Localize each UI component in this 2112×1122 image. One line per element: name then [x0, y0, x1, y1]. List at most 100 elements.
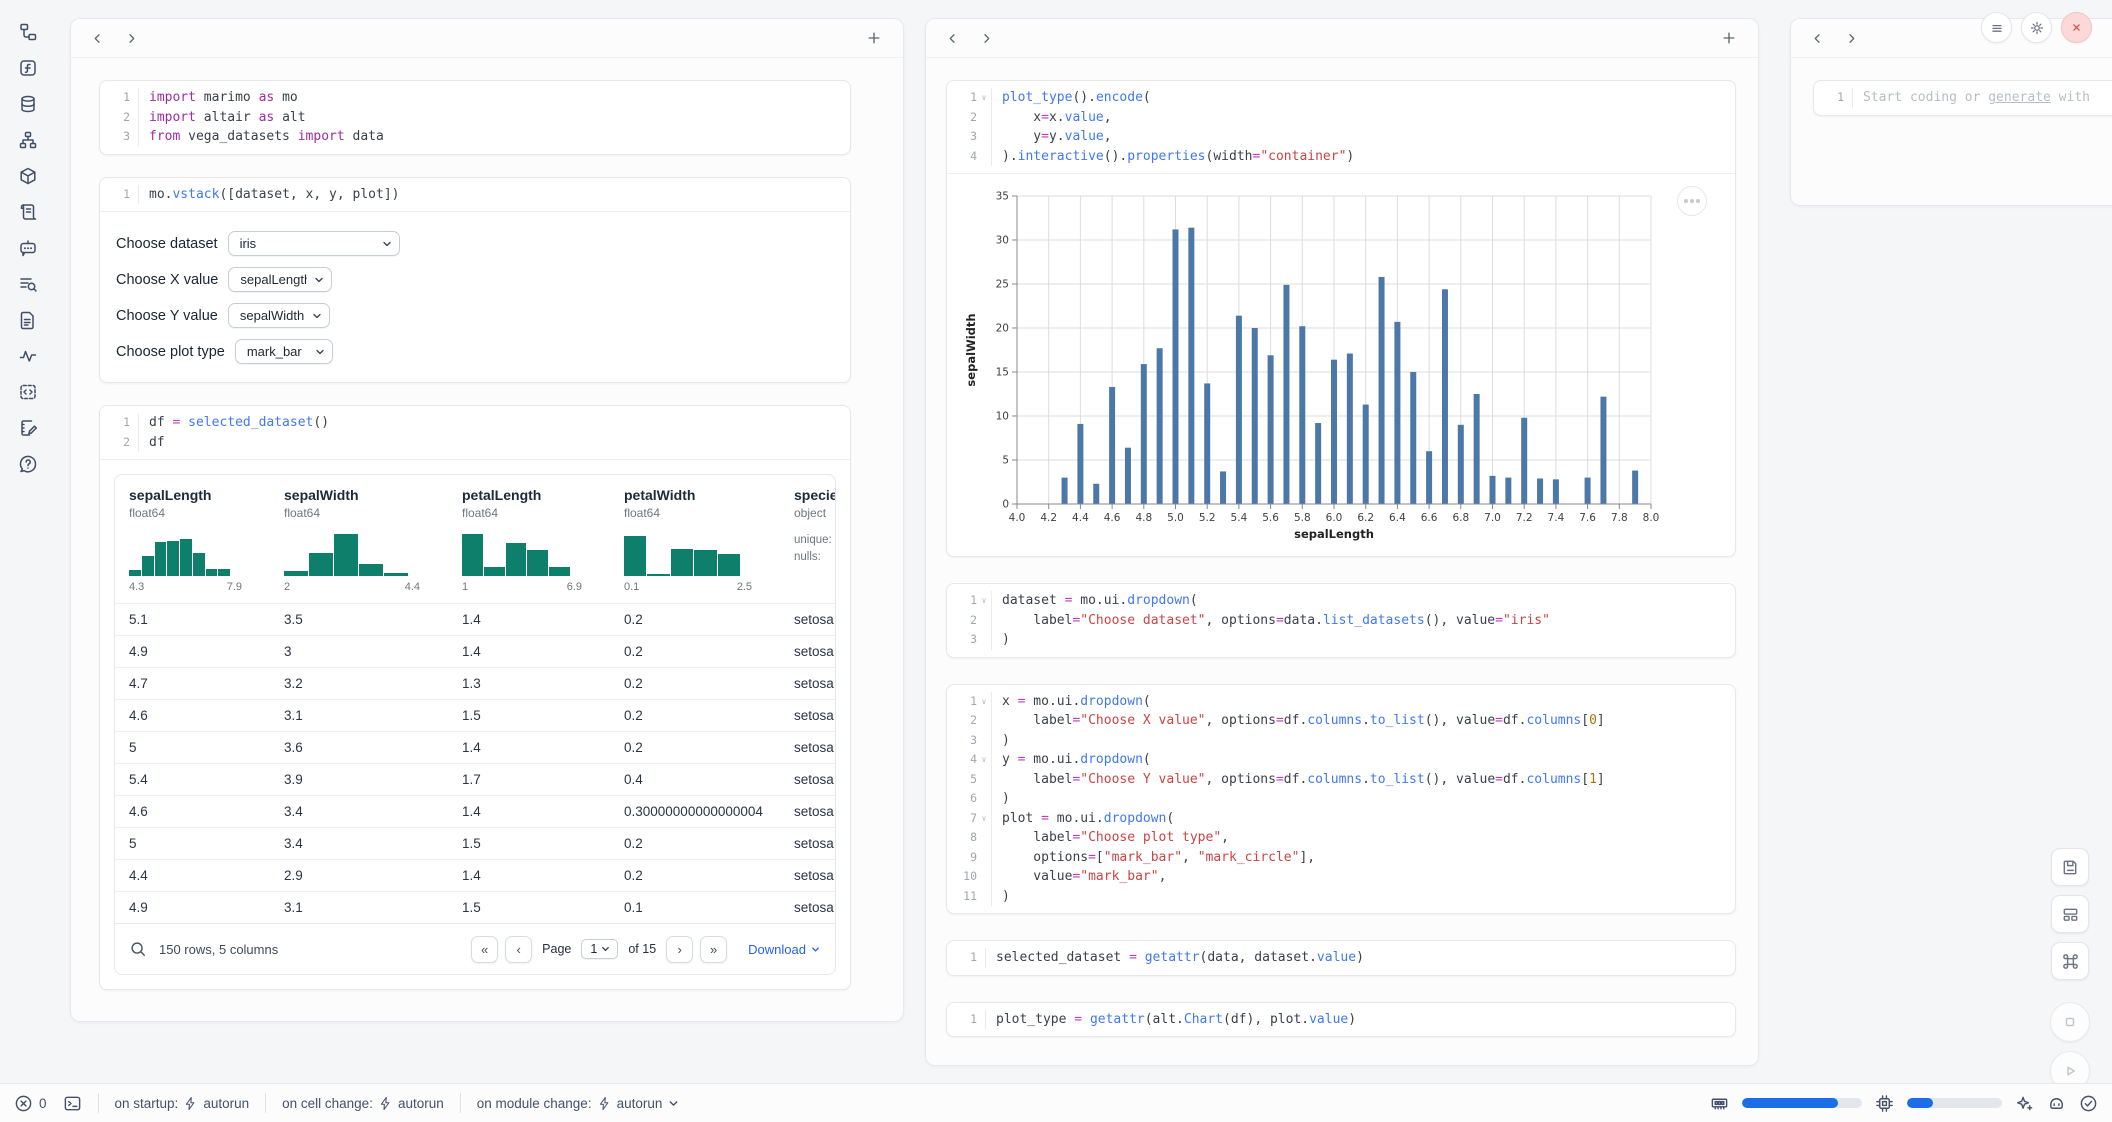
left-sidebar	[0, 0, 56, 1084]
fold-chevron-icon[interactable]: ∨	[977, 88, 991, 108]
sidebar-item-dependency-graph[interactable]	[18, 130, 38, 150]
shutdown-button[interactable]	[2061, 12, 2092, 43]
table-row[interactable]: 4.63.41.40.30000000000000004setosa	[115, 795, 835, 827]
dropdown[interactable]: iris	[228, 231, 400, 256]
cell-xy-plot-dropdowns[interactable]: 1∨x = mo.ui.dropdown(2 label="Choose X v…	[946, 684, 1736, 915]
sidebar-item-scripts[interactable]	[18, 202, 38, 222]
layout-toggle-button[interactable]	[2051, 895, 2089, 933]
column-next-button[interactable]	[121, 26, 145, 50]
sidebar-item-app-functions[interactable]	[18, 58, 38, 78]
chevron-down-icon	[810, 944, 821, 955]
fold-chevron-icon[interactable]: ∨	[977, 591, 991, 611]
sidebar-item-packages[interactable]	[18, 166, 38, 186]
sidebar-item-tracing[interactable]	[18, 346, 38, 366]
column-header[interactable]: petalWidthfloat640.12.5	[610, 487, 780, 593]
code-editor[interactable]: 1df = selected_dataset()2df	[100, 406, 850, 459]
run-setting-item[interactable]: on module change:autorun	[477, 1096, 681, 1111]
copilot-button[interactable]	[2047, 1094, 2066, 1113]
table-row[interactable]: 4.93.11.50.1setosa	[115, 891, 835, 923]
stop-button[interactable]	[2050, 1002, 2090, 1042]
chart-output[interactable]: 4.04.24.44.64.85.05.25.45.65.86.06.26.46…	[947, 173, 1735, 556]
column-header[interactable]: speciesobjectunique:nulls:	[780, 487, 835, 593]
cell-dataframe[interactable]: 1df = selected_dataset()2df sepalLengthf…	[99, 405, 851, 990]
run-setting-item[interactable]: on startup:autorun	[115, 1096, 250, 1111]
column-prev-button[interactable]	[87, 26, 111, 50]
run-setting-item[interactable]: on cell change:autorun	[282, 1096, 444, 1111]
dropdown[interactable]: sepalWidth	[228, 303, 330, 328]
table-row[interactable]: 53.61.40.2setosa	[115, 731, 835, 763]
column-header[interactable]: sepalLengthfloat644.37.9	[115, 487, 270, 593]
connection-status-button[interactable]	[2079, 1094, 2098, 1113]
last-page-button[interactable]: »	[700, 936, 727, 963]
line-number: 1	[100, 185, 130, 205]
sidebar-item-scratchpad[interactable]	[18, 418, 38, 438]
cell-dataset-dropdown[interactable]: 1∨dataset = mo.ui.dropdown(2 label="Choo…	[946, 583, 1736, 658]
code-editor[interactable]: 1∨x = mo.ui.dropdown(2 label="Choose X v…	[947, 685, 1735, 914]
next-page-button[interactable]: ›	[666, 936, 693, 963]
menu-button[interactable]	[1981, 12, 2012, 43]
column-prev-button[interactable]	[942, 26, 966, 50]
sidebar-item-help[interactable]	[18, 454, 38, 474]
cell-vstack[interactable]: 1mo.vstack([dataset, x, y, plot]) Choose…	[99, 177, 851, 384]
code-editor[interactable]: 1∨plot_type().encode(2 x=x.value,3 y=y.v…	[947, 81, 1735, 173]
cell-empty[interactable]: 1 Start coding or generate with	[1813, 80, 2112, 116]
dropdown-label: Choose dataset	[116, 236, 218, 252]
altair-bar-chart[interactable]: 4.04.24.44.64.85.05.25.45.65.86.06.26.46…	[961, 180, 1661, 552]
code-editor[interactable]: 1 Start coding or generate with	[1814, 81, 2112, 115]
code-editor[interactable]: 1∨dataset = mo.ui.dropdown(2 label="Choo…	[947, 584, 1735, 657]
code-editor[interactable]: 1selected_dataset = getattr(data, datase…	[947, 941, 1735, 975]
settings-button[interactable]	[2021, 12, 2052, 43]
sidebar-item-logs[interactable]	[18, 274, 38, 294]
fold-chevron-icon[interactable]: ∨	[977, 809, 991, 829]
chart-menu-button[interactable]	[1677, 186, 1707, 216]
sidebar-item-ai-chat[interactable]	[18, 238, 38, 258]
column-header[interactable]: petalLengthfloat6416.9	[448, 487, 610, 593]
sidebar-item-datasources[interactable]	[18, 94, 38, 114]
column-next-button[interactable]	[976, 26, 1000, 50]
add-cell-button[interactable]	[1718, 26, 1742, 50]
stop-icon	[2060, 1012, 2080, 1032]
cell-plot-type[interactable]: 1plot_type = getattr(alt.Chart(df), plot…	[946, 1002, 1736, 1038]
sidebar-item-snippets[interactable]	[18, 382, 38, 402]
terminal-button[interactable]	[63, 1094, 82, 1113]
error-indicator[interactable]: 0	[14, 1094, 47, 1113]
table-row[interactable]: 4.73.21.30.2setosa	[115, 667, 835, 699]
add-cell-button[interactable]	[863, 26, 887, 50]
page-select[interactable]: 1	[581, 939, 618, 959]
code-line: 1 Start coding or generate with	[1814, 88, 2112, 108]
search-icon[interactable]	[129, 940, 147, 958]
table-row[interactable]: 5.13.51.40.2setosa	[115, 603, 835, 635]
keyboard-shortcuts-button[interactable]	[2051, 942, 2089, 980]
code-editor[interactable]: 1mo.vstack([dataset, x, y, plot])	[100, 178, 850, 212]
column-header[interactable]: sepalWidthfloat6424.4	[270, 487, 448, 593]
ai-assistant-button[interactable]	[2015, 1094, 2034, 1113]
fold-chevron-icon[interactable]: ∨	[977, 692, 991, 712]
cell-chart[interactable]: 1∨plot_type().encode(2 x=x.value,3 y=y.v…	[946, 80, 1736, 557]
error-count: 0	[39, 1096, 47, 1111]
cell-selected-dataset[interactable]: 1selected_dataset = getattr(data, datase…	[946, 940, 1736, 976]
sidebar-item-documentation[interactable]	[18, 310, 38, 330]
save-button[interactable]	[2051, 848, 2089, 886]
code-editor[interactable]: 1import marimo as mo2import altair as al…	[100, 81, 850, 154]
column-histogram	[129, 532, 230, 576]
dropdown[interactable]: sepalLength	[228, 267, 332, 292]
first-page-button[interactable]: «	[471, 936, 498, 963]
svg-text:4.0: 4.0	[1009, 512, 1026, 524]
table-row[interactable]: 53.41.50.2setosa	[115, 827, 835, 859]
cell-imports[interactable]: 1import marimo as mo2import altair as al…	[99, 80, 851, 155]
code-editor[interactable]: 1plot_type = getattr(alt.Chart(df), plot…	[947, 1003, 1735, 1037]
column-prev-button[interactable]	[1807, 26, 1831, 50]
table-row[interactable]: 4.931.40.2setosa	[115, 635, 835, 667]
sidebar-item-file-explorer[interactable]	[18, 22, 38, 42]
table-row[interactable]: 5.43.91.70.4setosa	[115, 763, 835, 795]
table-row[interactable]: 4.63.11.50.2setosa	[115, 699, 835, 731]
dropdown[interactable]: mark_bar	[235, 339, 333, 364]
table-row[interactable]: 4.42.91.40.2setosa	[115, 859, 835, 891]
gear-icon	[2029, 20, 2045, 36]
generate-with-ai-link[interactable]: generate	[1988, 90, 2051, 105]
fold-chevron-icon[interactable]: ∨	[977, 750, 991, 770]
prev-page-button[interactable]: ‹	[505, 936, 532, 963]
download-button[interactable]: Download	[748, 942, 821, 957]
svg-text:4.2: 4.2	[1040, 512, 1057, 524]
column-next-button[interactable]	[1841, 26, 1865, 50]
